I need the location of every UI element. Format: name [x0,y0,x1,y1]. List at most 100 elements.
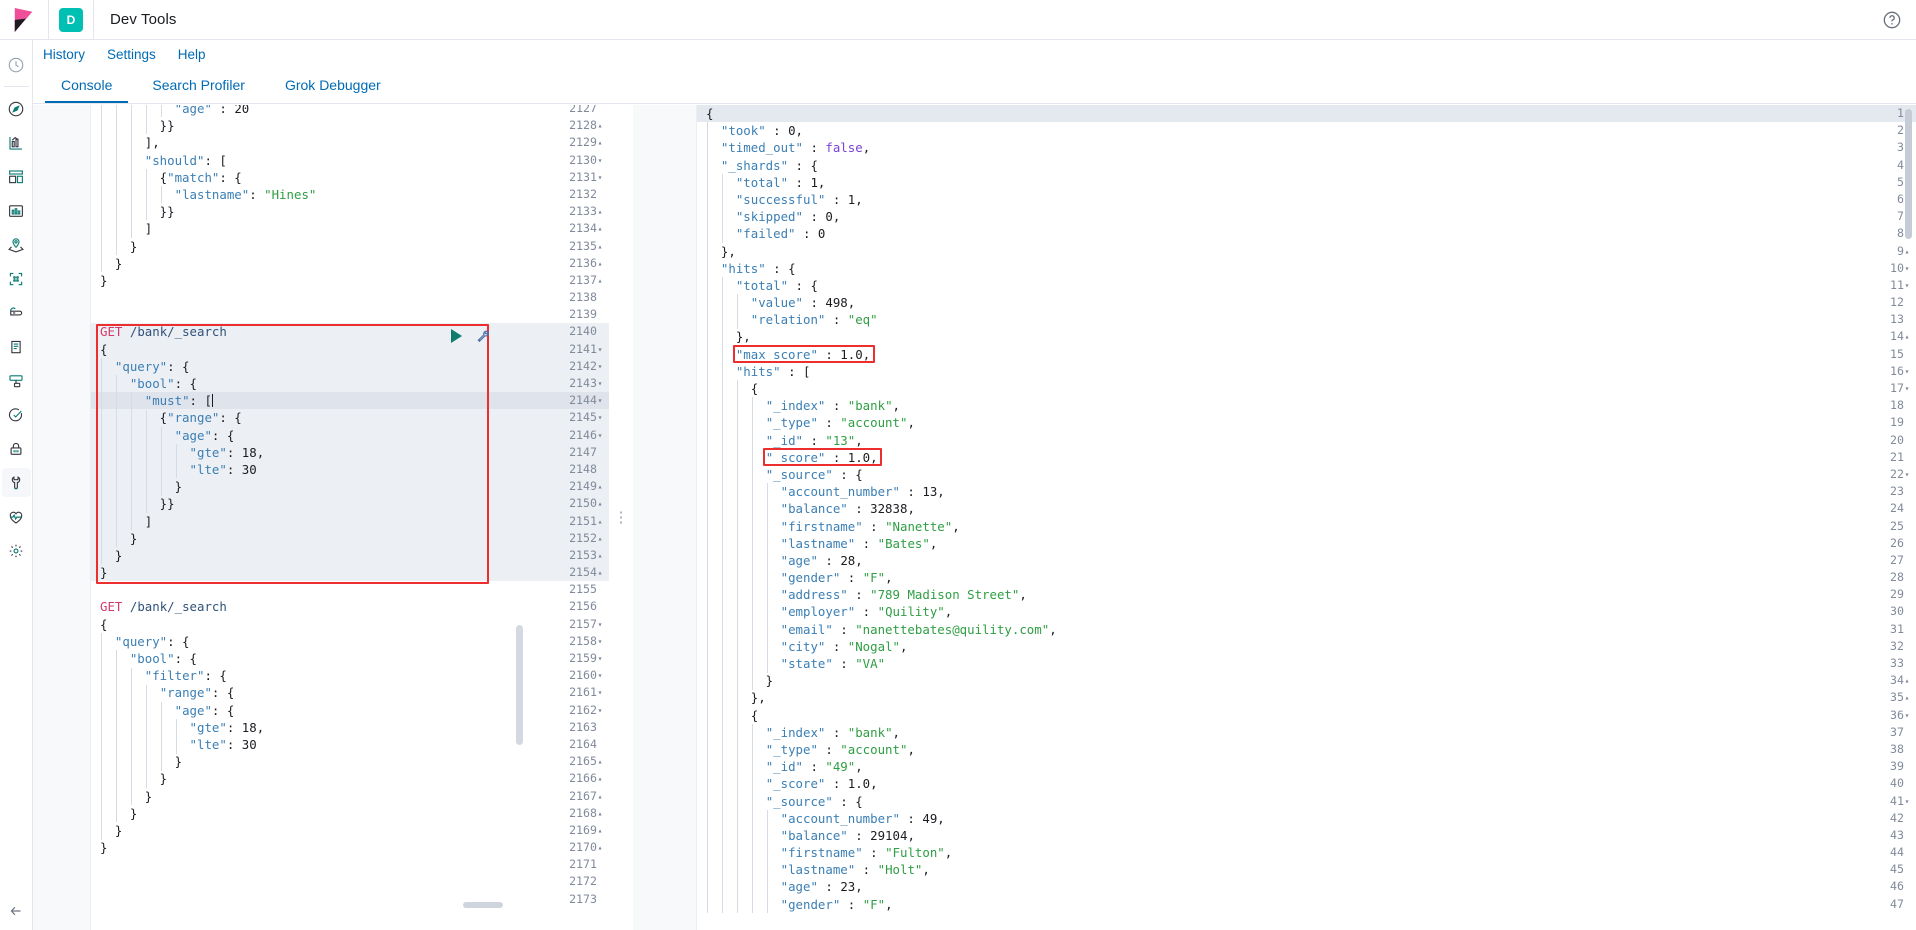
code-line[interactable]: 2146▾ "age": { [91,427,609,444]
code-line[interactable]: 37 "_index" : "bank", [697,724,1916,741]
request-options-wrench-icon[interactable] [475,328,491,344]
code-line[interactable]: 31 "email" : "nanettebates@quility.com", [697,621,1916,638]
code-line[interactable]: 9▴ }, [697,243,1916,260]
code-line[interactable]: 40 "_score" : 1.0, [697,775,1916,792]
request-editor-pane[interactable]: 2127 "age" : 202128▴ }}2129▴ ],2130▾ "sh… [33,105,609,930]
fold-down-icon[interactable]: ▾ [1903,380,1911,397]
code-line[interactable]: 6 "successful" : 1, [697,191,1916,208]
fold-down-icon[interactable]: ▾ [1903,260,1911,277]
sidebar-item-recently-viewed[interactable] [2,50,31,79]
help-circle-icon[interactable] [1882,10,1902,30]
sidebar-item-apm[interactable] [2,366,31,395]
run-request-button[interactable] [451,329,462,343]
code-line[interactable]: 2143▾ "bool": { [91,375,609,392]
fold-up-icon[interactable]: ▴ [596,513,604,530]
fold-down-icon[interactable]: ▾ [1903,707,1911,724]
code-line[interactable]: 4▾ "_shards" : { [697,157,1916,174]
code-line[interactable]: 2148 "lte": 30 [91,461,609,478]
request-editor-vertical-scrollbar[interactable] [516,625,523,745]
code-line[interactable]: 19 "_type" : "account", [697,414,1916,431]
code-line[interactable]: 38 "_type" : "account", [697,741,1916,758]
fold-up-icon[interactable]: ▴ [596,530,604,547]
fold-up-icon[interactable]: ▴ [596,822,604,839]
sidebar-item-maps[interactable] [2,230,31,259]
code-line[interactable]: 2150▴ }} [91,495,609,512]
code-line[interactable]: 2134▴ ] [91,220,609,237]
fold-down-icon[interactable]: ▾ [596,341,604,358]
code-line[interactable]: 2149▴ } [91,478,609,495]
fold-down-icon[interactable]: ▾ [596,616,604,633]
code-line[interactable]: 14▴ }, [697,328,1916,345]
fold-up-icon[interactable]: ▴ [596,805,604,822]
code-line[interactable]: 2167▴ } [91,788,609,805]
code-line[interactable]: 2157▾{ [91,616,609,633]
sidebar-item-dashboard[interactable] [2,162,31,191]
code-line[interactable]: 17▾ { [697,380,1916,397]
code-line[interactable]: 43 "balance" : 29104, [697,827,1916,844]
code-line[interactable]: 2159▾ "bool": { [91,650,609,667]
code-line[interactable]: 2130▾ "should": [ [91,152,609,169]
code-line[interactable]: 2129▴ ], [91,134,609,151]
sidebar-item-machine-learning[interactable] [2,264,31,293]
fold-up-icon[interactable]: ▴ [596,788,604,805]
code-line[interactable]: 2162▾ "age": { [91,702,609,719]
code-line[interactable]: 2160▾ "filter": { [91,667,609,684]
fold-down-icon[interactable]: ▾ [1903,466,1911,483]
code-line[interactable]: 2135▴ } [91,238,609,255]
code-line[interactable]: 2136▴ } [91,255,609,272]
code-line[interactable]: 2 "took" : 0, [697,122,1916,139]
code-line[interactable]: 12 "value" : 498, [697,294,1916,311]
fold-up-icon[interactable]: ▴ [596,238,604,255]
fold-up-icon[interactable]: ▴ [596,564,604,581]
code-line[interactable]: 2161▾ "range": { [91,684,609,701]
sidebar-item-dev-tools[interactable] [2,468,31,497]
code-line[interactable]: 15 "max_score" : 1.0, [697,346,1916,363]
fold-up-icon[interactable]: ▴ [596,117,604,134]
nav-link-history[interactable]: History [43,47,85,62]
code-line[interactable]: 2128▴ }} [91,117,609,134]
code-line[interactable]: 2155 [91,581,609,598]
code-line[interactable]: 44 "firstname" : "Fulton", [697,844,1916,861]
code-line[interactable]: 10▾ "hits" : { [697,260,1916,277]
code-line[interactable]: 2132 "lastname": "Hines" [91,186,609,203]
code-line[interactable]: 1▾{ [697,105,1916,122]
code-line[interactable]: 23 "account_number" : 13, [697,483,1916,500]
fold-down-icon[interactable]: ▾ [596,667,604,684]
sidebar-item-management[interactable] [2,536,31,565]
fold-up-icon[interactable]: ▴ [1903,672,1911,689]
code-line[interactable]: 42 "account_number" : 49, [697,810,1916,827]
fold-up-icon[interactable]: ▴ [1903,243,1911,260]
sidebar-item-monitoring[interactable] [2,502,31,531]
request-code-area[interactable]: 2127 "age" : 202128▴ }}2129▴ ],2130▾ "sh… [91,105,609,930]
code-line[interactable]: 33 "state" : "VA" [697,655,1916,672]
code-line[interactable]: 27 "age" : 28, [697,552,1916,569]
code-line[interactable]: 2171 [91,856,609,873]
tab-grok-debugger[interactable]: Grok Debugger [269,71,397,103]
code-line[interactable]: 2165▴ } [91,753,609,770]
sidebar-collapse-button[interactable] [7,902,25,920]
sidebar-item-siem[interactable] [2,434,31,463]
code-line[interactable]: 2152▴ } [91,530,609,547]
code-line[interactable]: 47 "gender" : "F", [697,896,1916,913]
fold-down-icon[interactable]: ▾ [1903,793,1911,810]
code-line[interactable]: 45 "lastname" : "Holt", [697,861,1916,878]
tab-console[interactable]: Console [45,71,128,103]
code-line[interactable]: 3 "timed_out" : false, [697,139,1916,156]
code-line[interactable]: 2153▴ } [91,547,609,564]
code-line[interactable]: 34▴ } [697,672,1916,689]
fold-down-icon[interactable]: ▾ [596,152,604,169]
fold-down-icon[interactable]: ▾ [596,684,604,701]
code-line[interactable]: 8 "failed" : 0 [697,225,1916,242]
fold-up-icon[interactable]: ▴ [596,272,604,289]
code-line[interactable]: 2169▴ } [91,822,609,839]
fold-down-icon[interactable]: ▾ [596,702,604,719]
nav-link-help[interactable]: Help [178,47,206,62]
code-line[interactable]: 2142▾ "query": { [91,358,609,375]
code-line[interactable]: 2166▴ } [91,770,609,787]
fold-down-icon[interactable]: ▾ [596,409,604,426]
fold-down-icon[interactable]: ▾ [596,650,604,667]
code-line[interactable]: 28 "gender" : "F", [697,569,1916,586]
code-line[interactable]: 13 "relation" : "eq" [697,311,1916,328]
response-vertical-scrollbar[interactable] [1905,109,1912,239]
code-line[interactable]: 21 "_score" : 1.0, [697,449,1916,466]
